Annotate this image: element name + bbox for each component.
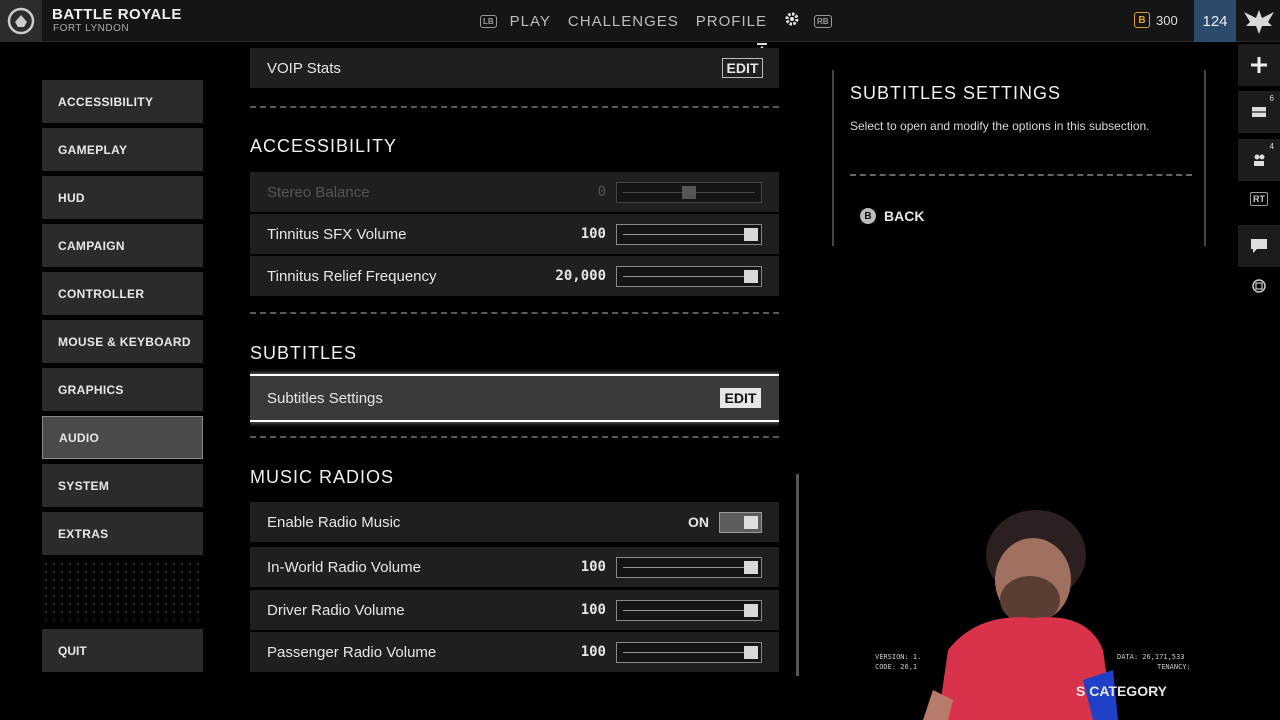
slider-thumb [682,185,696,199]
player-level[interactable]: 124 [1194,0,1236,42]
section-header-accessibility: ACCESSIBILITY [250,136,398,156]
tab-profile[interactable]: PROFILE [696,13,767,30]
tenancy-text: TENANCY: [1157,663,1191,671]
setting-label: In-World Radio Volume [267,558,421,576]
passenger-radio-volume-row[interactable]: Passenger Radio Volume 100 [250,632,779,672]
section-divider [250,436,779,438]
mail-icon[interactable]: 6 [1238,91,1280,133]
setting-label: Tinnitus SFX Volume [267,225,407,243]
subtitles-settings-row[interactable]: Subtitles Settings EDIT [250,374,779,422]
tab-challenges[interactable]: CHALLENGES [568,13,679,30]
panel-divider [850,174,1192,176]
setting-label: Passenger Radio Volume [267,643,437,661]
in-world-radio-volume-slider[interactable] [616,556,762,578]
mail-badge: 6 [1269,94,1274,103]
friends-icon[interactable]: 4 [1238,139,1280,181]
radio-music-toggle[interactable] [719,511,762,533]
audio-settings-list: VOIP Stats EDIT ACCESSIBILITY Stereo Bal… [250,42,779,678]
setting-value: 20,000 [555,268,606,284]
plus-icon[interactable] [1238,44,1280,86]
toggle-value: ON [688,514,709,530]
menu-item-controller[interactable]: CONTROLLER [42,272,203,315]
slider-thumb[interactable] [744,227,758,241]
b-button-icon: B [860,208,876,224]
settings-scrollbar[interactable] [796,474,799,676]
edit-button[interactable]: EDIT [722,58,763,78]
voip-stats-row[interactable]: VOIP Stats EDIT [250,48,779,88]
rb-hint: RB [813,14,832,28]
rt-hint: RT [1238,181,1280,217]
tab-play[interactable]: PLAY [510,13,551,30]
tinnitus-relief-frequency-slider[interactable] [616,265,762,287]
menu-item-audio[interactable]: AUDIO [42,416,203,459]
currency-display: B 300 [1134,12,1178,28]
mode-title: BATTLE ROYALE [52,6,182,23]
stereo-balance-slider [616,181,762,203]
setting-value: 0 [597,184,606,200]
setting-label: Tinnitus Relief Frequency [267,267,437,285]
menu-item-campaign[interactable]: CAMPAIGN [42,224,203,267]
slider-thumb[interactable] [744,645,758,659]
chat-icon[interactable] [1238,225,1280,267]
data-text: DATA: 26,171,533 [1117,653,1185,661]
menu-item-extras[interactable]: EXTRAS [42,512,203,555]
section-header-music-radios: MUSIC RADIOS [250,467,395,487]
menu-item-graphics[interactable]: GRAPHICS [42,368,203,411]
setting-label: Stereo Balance [267,183,370,201]
tinnitus-relief-frequency-row[interactable]: Tinnitus Relief Frequency 20,000 [250,256,779,296]
menu-item-hud[interactable]: HUD [42,176,203,219]
setting-label: Subtitles Settings [267,389,383,407]
setting-label: VOIP Stats [267,59,341,77]
setting-value: 100 [580,226,606,242]
setting-value: 100 [580,602,606,618]
enable-radio-music-row[interactable]: Enable Radio Music ON [250,502,779,542]
edit-button[interactable]: EDIT [720,388,761,408]
menu-item-system[interactable]: SYSTEM [42,464,203,507]
friends-badge: 4 [1269,142,1274,151]
slider-thumb[interactable] [744,560,758,574]
menu-item-accessibility[interactable]: ACCESSIBILITY [42,80,203,123]
quit-button[interactable]: QUIT [42,629,203,672]
panel-title: SUBTITLES SETTINGS [850,83,1062,103]
passenger-radio-volume-slider[interactable] [616,641,762,663]
back-button[interactable]: B BACK [860,208,924,224]
setting-value: 100 [580,559,606,575]
currency-amount: 300 [1156,12,1178,28]
menu-dot-pattern [42,560,203,620]
setting-value: 100 [580,644,606,660]
tinnitus-sfx-volume-row[interactable]: Tinnitus SFX Volume 100 [250,214,779,254]
eagle-icon[interactable] [1238,0,1280,42]
mode-subtitle: FORT LYNDON [53,23,130,34]
currency-icon: B [1134,12,1150,28]
tinnitus-sfx-volume-slider[interactable] [616,223,762,245]
settings-category-menu: ACCESSIBILITY GAMEPLAY HUD CAMPAIGN CONT… [42,80,203,560]
panel-description: Select to open and modify the options in… [850,119,1150,133]
main-nav: LB PLAY CHALLENGES PROFILE RB [480,0,845,42]
menu-item-gameplay[interactable]: GAMEPLAY [42,128,203,171]
back-label: BACK [884,208,925,224]
section-divider [250,106,779,108]
section-header-subtitles: SUBTITLES [250,343,358,363]
setting-label: Enable Radio Music [267,513,401,531]
driver-radio-volume-row[interactable]: Driver Radio Volume 100 [250,590,779,630]
top-bar: BATTLE ROYALE FORT LYNDON LB PLAY CHALLE… [0,0,1280,42]
rt-label: RT [1250,192,1268,206]
toggle-knob [744,515,758,529]
driver-radio-volume-slider[interactable] [616,599,762,621]
setting-label: Driver Radio Volume [267,601,405,619]
stereo-balance-row: Stereo Balance 0 [250,172,779,212]
window-icon[interactable] [1238,267,1280,305]
section-divider [250,312,779,314]
description-panel: SUBTITLES SETTINGS Select to open and mo… [832,70,1206,246]
gear-icon[interactable] [784,11,800,32]
menu-item-mouse-keyboard[interactable]: MOUSE & KEYBOARD [42,320,203,363]
lb-hint: LB [480,14,497,28]
slider-thumb[interactable] [744,269,758,283]
helmet-icon[interactable] [0,0,42,42]
slider-thumb[interactable] [744,603,758,617]
category-hint: S CATEGORY [1076,683,1168,699]
version-text: VERSION: 1. [875,653,922,661]
code-text: CODE: 26,1 [875,663,918,671]
in-world-radio-volume-row[interactable]: In-World Radio Volume 100 [250,547,779,587]
